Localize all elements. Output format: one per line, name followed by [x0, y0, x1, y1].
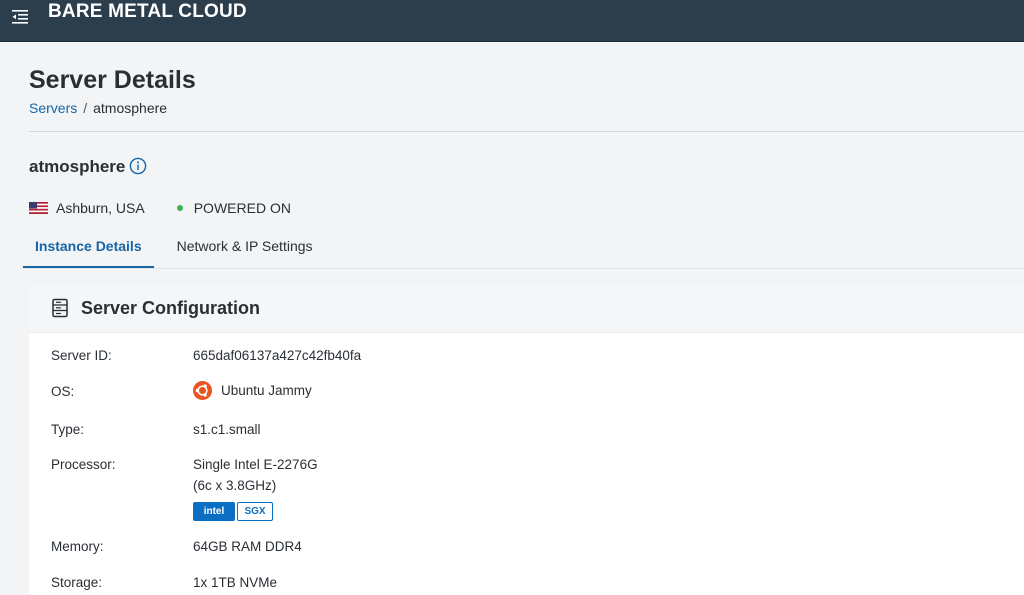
- os-label: OS:: [51, 384, 75, 399]
- server-status: POWERED ON: [193, 200, 291, 216]
- os-value: Ubuntu Jammy: [193, 381, 312, 400]
- us-flag-icon: [29, 202, 48, 214]
- type-label: Type:: [51, 422, 85, 437]
- brand-logo-text: BARE METAL CLOUD: [48, 1, 247, 22]
- server-id-label: Server ID:: [51, 348, 112, 363]
- intel-badge: intel: [193, 502, 235, 521]
- server-location: Ashburn, USA: [56, 200, 145, 216]
- os-name: Ubuntu Jammy: [221, 383, 312, 398]
- page-title: Server Details: [29, 66, 196, 94]
- status-dot-icon: [176, 205, 183, 211]
- memory-value: 64GB RAM DDR4: [193, 539, 302, 554]
- server-meta: Ashburn, USA POWERED ON: [29, 200, 291, 216]
- tab-bar-divider: [23, 268, 1024, 269]
- server-id-value: 665daf06137a427c42fb40fa: [193, 348, 362, 363]
- card-header: Server Configuration: [29, 284, 1024, 333]
- top-navigation-bar: BARE METAL CLOUD: [0, 0, 1024, 42]
- storage-value: 1x 1TB NVMe: [193, 575, 278, 590]
- breadcrumb-current: atmosphere: [93, 100, 168, 116]
- tab-bar: Instance Details Network & IP Settings: [23, 229, 336, 269]
- processor-label: Processor:: [51, 457, 116, 472]
- storage-label: Storage:: [51, 575, 103, 590]
- tab-instance-details[interactable]: Instance Details: [23, 229, 154, 269]
- info-circle-icon[interactable]: [129, 157, 147, 175]
- server-name: atmosphere: [29, 157, 126, 176]
- breadcrumb-servers-link[interactable]: Servers: [29, 100, 77, 116]
- memory-label: Memory:: [51, 539, 104, 554]
- card-title: Server Configuration: [81, 297, 261, 318]
- sgx-badge: SGX: [237, 502, 273, 521]
- processor-value-line1: Single Intel E-2276G: [193, 457, 318, 472]
- tab-network-ip-settings[interactable]: Network & IP Settings: [165, 229, 325, 269]
- processor-badges: intel SGX: [193, 502, 273, 521]
- ubuntu-logo-icon: [193, 381, 212, 400]
- breadcrumb: Servers / atmosphere: [29, 100, 167, 116]
- header-divider: [29, 131, 1024, 132]
- server-configuration-card: Server Configuration Server ID: 665daf06…: [29, 284, 1024, 595]
- server-icon: [52, 298, 68, 318]
- menu-collapse-icon[interactable]: [10, 6, 30, 26]
- breadcrumb-separator: /: [83, 100, 88, 116]
- type-value: s1.c1.small: [193, 422, 261, 437]
- processor-value-line2: (6c x 3.8GHz): [193, 478, 277, 493]
